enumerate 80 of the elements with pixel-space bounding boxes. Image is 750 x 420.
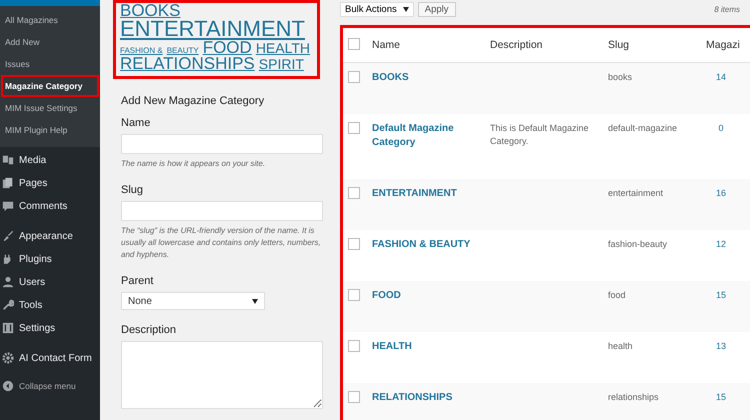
- help-text: The name is how it appears on your site.: [121, 158, 266, 170]
- menu-item[interactable]: Settings: [0, 318, 100, 338]
- menu-item[interactable]: Appearance: [0, 226, 100, 246]
- category-name-link[interactable]: Default Magazine Category: [372, 122, 490, 150]
- tag-link[interactable]: FOOD: [202, 40, 252, 56]
- table-cell-text: fashion-beauty: [608, 238, 668, 251]
- comment-icon: [2, 200, 14, 212]
- collapse-menu-button[interactable]: Collapse menu: [0, 368, 100, 404]
- table-cell-text: default-magazine: [608, 122, 678, 135]
- pages-icon: [2, 177, 14, 189]
- gear-icon: [2, 352, 14, 364]
- menu-item[interactable]: Comments: [0, 196, 100, 216]
- field-label: Name: [121, 117, 152, 130]
- menu-item[interactable]: AI Contact Form: [0, 348, 100, 368]
- text-field[interactable]: [121, 134, 323, 154]
- caret-icon: [252, 298, 258, 304]
- table-cell-text: health: [608, 340, 634, 353]
- media-icon: [2, 154, 14, 166]
- column-header[interactable]: Slug: [608, 38, 706, 53]
- row-checkbox[interactable]: [348, 122, 360, 134]
- row-checkbox[interactable]: [348, 289, 360, 301]
- submenu-item[interactable]: Add New: [1, 31, 99, 53]
- field-label: Description: [121, 324, 178, 336]
- submenu-item[interactable]: MIM Issue Settings: [1, 97, 99, 119]
- count-link[interactable]: 0: [706, 122, 736, 135]
- menu-item[interactable]: Plugins: [0, 249, 100, 269]
- tag-link[interactable]: SPIRIT: [258, 58, 304, 72]
- menu-item[interactable]: Users: [0, 272, 100, 292]
- count-link[interactable]: 13: [706, 340, 736, 353]
- help-text: The “slug” is the URL-friendly version of the name. It is usually all lowercase and contains only letters, numbers, and hyphens.: [121, 225, 322, 262]
- parent-dropdown[interactable]: None: [121, 292, 265, 310]
- tag-link[interactable]: FASHION &: [120, 47, 163, 55]
- row-checkbox[interactable]: [348, 187, 360, 199]
- count-link[interactable]: 14: [706, 71, 736, 84]
- count-link[interactable]: 15: [706, 391, 736, 404]
- count-link[interactable]: 15: [706, 289, 736, 302]
- tag-link[interactable]: RELATIONSHIPS: [120, 56, 255, 72]
- tag-link[interactable]: HEALTH: [256, 42, 310, 56]
- item-count: 8 items: [714, 4, 740, 14]
- tag-link[interactable]: BOOKS: [120, 3, 180, 20]
- row-checkbox[interactable]: [348, 340, 360, 352]
- submenu-item[interactable]: Issues: [1, 53, 99, 75]
- category-name-link[interactable]: ENTERTAINMENT: [372, 187, 490, 201]
- row-checkbox[interactable]: [348, 391, 360, 403]
- apply-button[interactable]: Apply: [418, 2, 456, 16]
- caret-icon: [402, 6, 409, 12]
- description-field[interactable]: [121, 341, 323, 410]
- wrench-icon: [2, 299, 14, 311]
- bulk-actions-dropdown[interactable]: Bulk Actions: [340, 2, 414, 16]
- form-title: Add New Magazine Category: [121, 95, 266, 108]
- category-name-link[interactable]: FOOD: [372, 289, 490, 303]
- category-name-link[interactable]: FASHION & BEAUTY: [372, 238, 490, 252]
- tag-link[interactable]: ENTERTAINMENT: [120, 19, 305, 40]
- row-checkbox[interactable]: [348, 71, 360, 83]
- menu-item[interactable]: Tools: [0, 295, 100, 315]
- field-label: Slug: [121, 184, 144, 196]
- select-all-checkbox[interactable]: [348, 38, 360, 50]
- count-link[interactable]: 12: [706, 238, 736, 251]
- table-cell-text: food: [608, 289, 627, 302]
- row-checkbox[interactable]: [348, 238, 360, 250]
- column-header[interactable]: Description: [490, 38, 608, 53]
- table-cell-text: relationships: [608, 391, 660, 404]
- brush-icon: [2, 230, 14, 242]
- column-header[interactable]: Name: [372, 38, 490, 53]
- user-icon: [2, 276, 14, 288]
- table-cell-text: This is Default Magazine Category.: [490, 122, 590, 148]
- count-link[interactable]: 16: [706, 187, 736, 200]
- table-cell-text: entertainment: [608, 187, 664, 200]
- category-name-link[interactable]: BOOKS: [372, 71, 490, 85]
- text-field[interactable]: [121, 201, 323, 222]
- table-cell-text: books: [608, 71, 634, 84]
- menu-item[interactable]: Media: [0, 150, 100, 170]
- submenu-item[interactable]: MIM Plugin Help: [1, 119, 99, 141]
- submenu-item[interactable]: Magazine Category: [1, 75, 99, 97]
- menu-item[interactable]: Pages: [0, 173, 100, 193]
- tag-link[interactable]: BEAUTY: [166, 47, 199, 55]
- category-name-link[interactable]: HEALTH: [372, 340, 490, 354]
- submenu-item[interactable]: All Magazines: [1, 9, 99, 31]
- category-name-link[interactable]: RELATIONSHIPS: [372, 391, 490, 405]
- field-label: Parent: [121, 275, 154, 288]
